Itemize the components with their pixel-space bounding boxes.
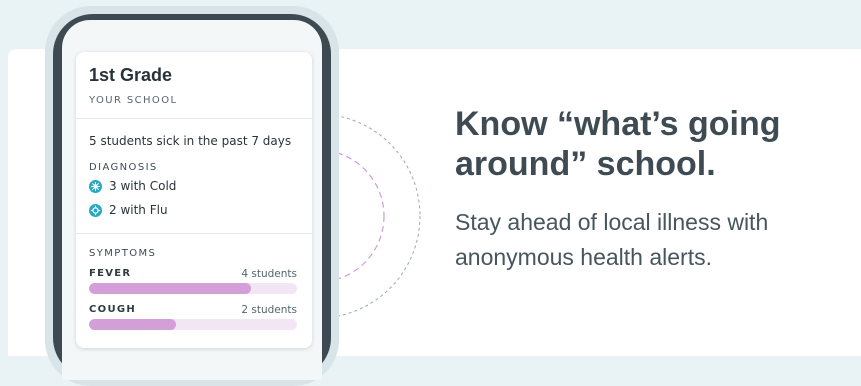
symptom-name: COUGH [89, 304, 137, 315]
cough-bar-fill [89, 319, 177, 330]
diagnosis-text: 2 with Flu [109, 203, 168, 217]
headline-line: around” school. [455, 145, 716, 183]
headline-line: Know “what’s going [455, 105, 781, 143]
fever-bar-fill [89, 283, 252, 294]
school-label: YOUR SCHOOL [89, 95, 178, 106]
flu-virus-icon [89, 203, 102, 217]
card-title: 1st Grade [89, 65, 173, 85]
diagnosis-label: DIAGNOSIS [89, 162, 158, 173]
cough-progress-bar [89, 319, 297, 330]
cold-virus-icon [89, 179, 102, 193]
marketing-headline: Know “what’s going around” school. [455, 104, 781, 184]
diagnosis-item: 3 with Cold [89, 179, 176, 193]
symptoms-label: SYMPTOMS [89, 248, 157, 259]
symptom-count: 4 students [241, 268, 297, 280]
diagnosis-item: 2 with Flu [89, 203, 168, 217]
card-divider [76, 233, 312, 234]
symptom-name: FEVER [89, 268, 132, 279]
fever-progress-bar [89, 283, 297, 294]
marketing-subtext: Stay ahead of local illness with anonymo… [455, 209, 769, 270]
diagnosis-text: 3 with Cold [109, 179, 177, 193]
symptom-count: 2 students [241, 304, 297, 316]
school-illness-card: 1st Grade YOUR SCHOOL 5 students sick in… [76, 52, 312, 348]
sick-summary: 5 students sick in the past 7 days [89, 134, 292, 148]
card-divider [76, 118, 312, 119]
